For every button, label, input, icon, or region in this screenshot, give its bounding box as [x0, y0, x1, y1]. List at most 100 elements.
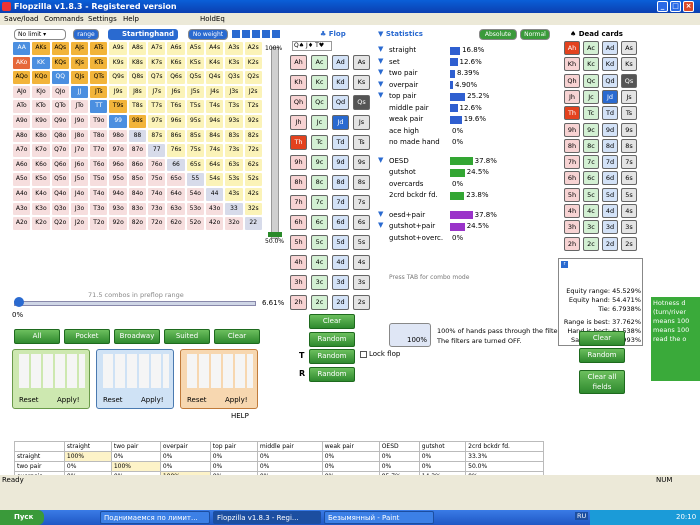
hand-cell[interactable]: 84o [127, 186, 148, 202]
suited-button[interactable]: Suited [164, 329, 210, 344]
flop-card[interactable]: Qd [332, 95, 349, 110]
hand-cell[interactable]: T8s [127, 99, 148, 114]
flop-slots[interactable]: Q♠ J♦ T♥ [292, 41, 332, 51]
flop-card[interactable]: 6s [353, 215, 370, 230]
hand-cell[interactable]: 74o [147, 186, 167, 202]
flop-card[interactable]: 6c [311, 215, 328, 230]
filter-icon[interactable]: ▼ [378, 91, 383, 99]
hand-cell[interactable]: JTo [69, 99, 90, 114]
hand-cell[interactable]: J5o [69, 172, 90, 187]
hand-cell[interactable]: AJo [12, 84, 32, 100]
hand-cell[interactable]: QQ [50, 70, 70, 85]
suit-matrix-2[interactable] [103, 354, 169, 388]
flop-card[interactable]: Kc [311, 75, 328, 90]
hand-cell[interactable]: K5s [185, 55, 205, 71]
hand-cell[interactable]: 93o [108, 201, 128, 217]
dead-card[interactable]: 2c [583, 236, 599, 251]
menu-help[interactable]: Help [123, 13, 139, 25]
weight-box-3[interactable] [252, 30, 260, 38]
dead-card[interactable]: Kd [602, 57, 618, 72]
hand-cell[interactable]: 88 [127, 128, 148, 144]
range-slider-thumb[interactable] [14, 297, 24, 307]
flop-card[interactable]: Ks [353, 75, 370, 90]
flop-card[interactable]: Ts [353, 135, 370, 150]
flop-card[interactable]: 8d [332, 175, 349, 190]
flop-card[interactable]: 3s [353, 275, 370, 290]
clear-all-fields-button[interactable]: Clear all fields [579, 370, 625, 394]
hand-cell[interactable]: 92s [243, 113, 263, 129]
hand-cell[interactable]: 94s [204, 113, 225, 129]
hand-cell[interactable]: A7o [12, 143, 32, 158]
flop-card[interactable]: 4d [332, 255, 349, 270]
hand-cell[interactable]: A2o [12, 216, 32, 231]
table-header[interactable]: 2crd bckdr fd. [465, 441, 544, 452]
hand-cell[interactable]: K6s [166, 55, 186, 71]
hand-cell[interactable]: 96o [108, 157, 128, 173]
hand-cell[interactable]: 96s [166, 113, 186, 129]
hand-cell[interactable]: T8o [89, 128, 109, 144]
hand-cell[interactable]: Q7o [50, 143, 70, 158]
hand-cell[interactable]: J7s [147, 84, 167, 100]
dead-card[interactable]: 8h [564, 138, 580, 153]
dead-card[interactable]: Tc [583, 106, 599, 121]
hand-cell[interactable]: A6s [166, 41, 186, 56]
hand-cell[interactable]: Q6s [166, 70, 186, 85]
flop-random-button[interactable]: Random [309, 332, 355, 347]
hand-cell[interactable]: J3s [224, 84, 244, 100]
hand-cell[interactable]: 65o [166, 172, 186, 187]
hand-cell[interactable]: K9o [31, 113, 51, 129]
filter-icon[interactable]: ▼ [378, 45, 383, 53]
hand-cell[interactable]: K5o [31, 172, 51, 187]
hand-cell[interactable]: 54o [185, 186, 205, 202]
flop-card[interactable]: Jd [332, 115, 349, 130]
suit-filter-box-1[interactable]: Reset Apply! [12, 349, 90, 409]
hand-cell[interactable]: 76o [147, 157, 167, 173]
no-weight-button[interactable]: No weight [188, 29, 228, 40]
hand-cell[interactable]: T7s [147, 99, 167, 114]
dead-card[interactable]: 4s [621, 204, 637, 218]
flop-card[interactable]: 3h [290, 275, 307, 290]
hand-cell[interactable]: 82s [243, 128, 263, 144]
hand-cell[interactable]: 32o [224, 216, 244, 231]
flop-card[interactable]: Qs [353, 95, 370, 110]
dead-card[interactable]: 3c [583, 220, 599, 235]
weight-box-1[interactable] [232, 30, 240, 38]
hand-cell[interactable]: 72s [243, 143, 263, 158]
hand-cell[interactable]: 84s [204, 128, 225, 144]
hand-cell[interactable]: A9s [108, 41, 128, 56]
hand-cell[interactable]: 64o [166, 186, 186, 202]
flop-card[interactable]: 6d [332, 215, 349, 230]
dead-card[interactable]: 7d [602, 155, 618, 170]
normal-toggle[interactable]: Normal [520, 29, 550, 40]
dead-card[interactable]: 5h [564, 187, 580, 202]
hand-cell[interactable]: Q4o [50, 186, 70, 202]
hand-cell[interactable]: K6o [31, 157, 51, 173]
table-header[interactable]: two pair [110, 441, 161, 452]
flop-card[interactable]: 5d [332, 235, 349, 250]
hand-cell[interactable]: 53s [224, 172, 244, 187]
hand-cell[interactable]: T9s [108, 99, 128, 114]
hand-cell[interactable]: 55 [185, 172, 205, 187]
hand-cell[interactable]: Q9o [50, 113, 70, 129]
hand-cell[interactable]: 54s [204, 172, 225, 187]
filter-icon[interactable]: ▼ [378, 210, 383, 218]
dead-card[interactable]: 6h [564, 171, 580, 186]
hand-cell[interactable]: 95s [185, 113, 205, 129]
suit-filter-box-2[interactable]: Reset Apply! [96, 349, 174, 409]
dead-card[interactable]: 5c [583, 187, 599, 202]
hand-cell[interactable]: AJs [69, 41, 90, 56]
dead-card[interactable]: 3s [621, 220, 637, 235]
flop-card[interactable]: 8s [353, 175, 370, 190]
dead-card[interactable]: 8s [621, 138, 637, 153]
hand-cell[interactable]: JJ [69, 84, 90, 100]
hand-cell[interactable]: AQs [50, 41, 70, 56]
hand-cell[interactable]: 75s [185, 143, 205, 158]
dead-card[interactable]: Kc [583, 57, 599, 72]
dead-random-button[interactable]: Random [579, 348, 625, 363]
menu-holdeq[interactable]: HoldEq [200, 13, 225, 25]
hand-cell[interactable]: KJs [69, 55, 90, 71]
hand-cell[interactable]: TT [89, 99, 109, 114]
dead-card[interactable]: Js [621, 89, 637, 104]
hand-cell[interactable]: 76s [166, 143, 186, 158]
hand-cell[interactable]: AQo [12, 70, 32, 85]
